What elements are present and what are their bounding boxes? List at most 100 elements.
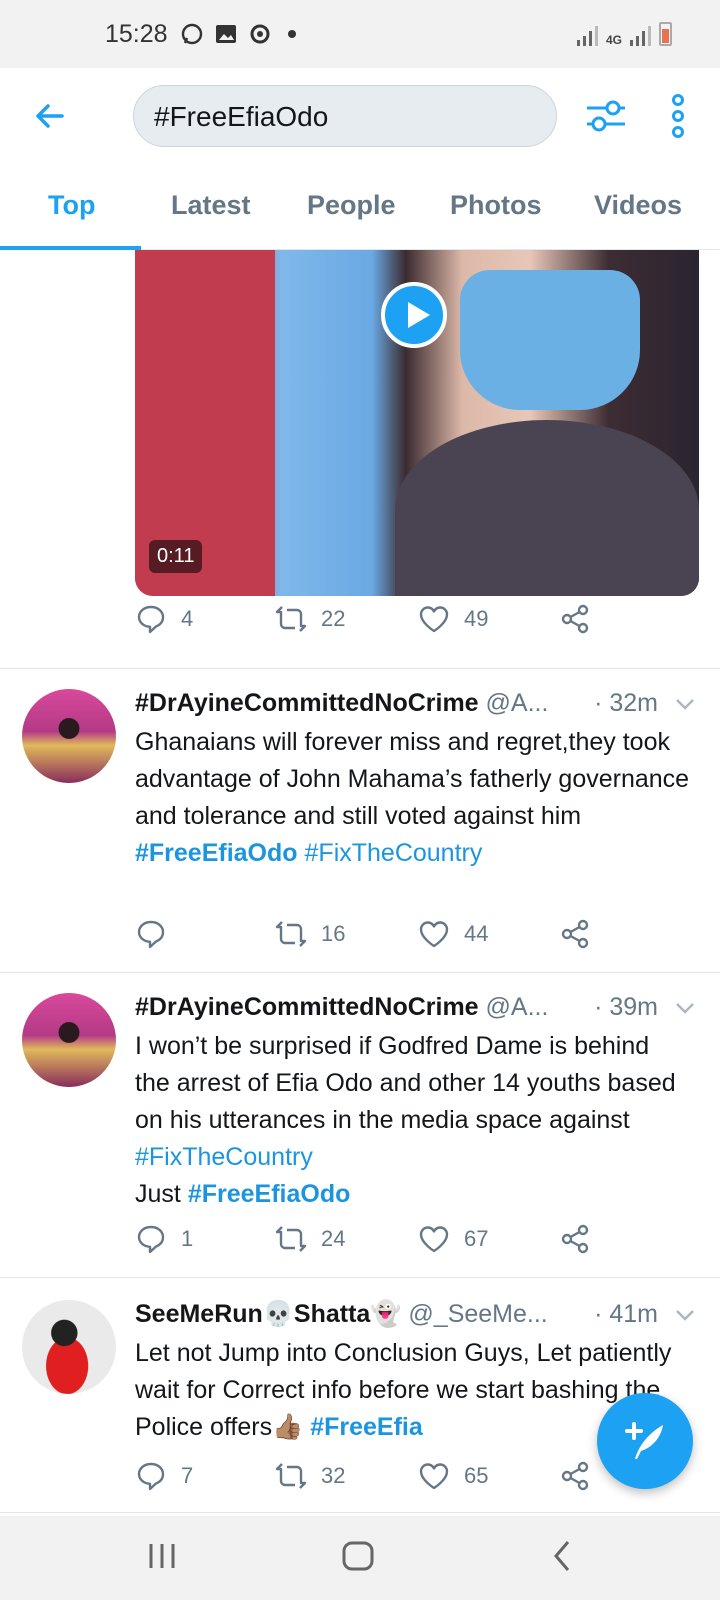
home-icon[interactable] (340, 1538, 376, 1574)
avatar[interactable] (22, 1300, 116, 1394)
share-icon (561, 604, 589, 634)
reply-icon (137, 920, 165, 949)
hashtag-link[interactable]: #FixTheCountry (305, 839, 483, 867)
video-scene-mask (460, 270, 640, 410)
user-handle[interactable]: @A... (486, 993, 549, 1021)
like-count: 65 (464, 1463, 489, 1488)
back-nav-icon[interactable] (550, 1538, 574, 1574)
retweet-button[interactable]: 16 (275, 918, 345, 950)
whatsapp-icon (181, 23, 202, 45)
tweet-body: I won’t be surprised if Godfred Dame is … (135, 1032, 676, 1134)
tweet-actions: 7 32 65 (135, 1460, 615, 1500)
tweet-time: · 41m (588, 1300, 658, 1329)
user-handle[interactable]: @_SeeMe... (408, 1300, 547, 1328)
divider (0, 1512, 720, 1513)
tab-top[interactable]: Top (48, 190, 95, 221)
search-input[interactable]: #FreeEfiaOdo (133, 85, 557, 147)
share-button[interactable] (559, 1223, 591, 1255)
retweet-button[interactable]: 24 (275, 1223, 345, 1255)
chevron-down-icon[interactable] (674, 693, 696, 715)
retweet-icon (275, 606, 307, 632)
avatar[interactable] (22, 993, 116, 1087)
reply-count: 4 (181, 606, 194, 631)
like-button[interactable]: 49 (418, 603, 488, 635)
like-button[interactable]: 44 (418, 918, 488, 950)
display-name[interactable]: #DrAyineCommittedNoCrime (135, 993, 479, 1021)
retweet-count: 32 (321, 1463, 346, 1488)
video-thumbnail[interactable]: 0:11 (135, 250, 699, 596)
hashtag-link[interactable]: #FixTheCountry (135, 1143, 313, 1171)
hashtag-link[interactable]: #FreeEfiaOdo (135, 839, 298, 867)
display-name[interactable]: SeeMeRun💀Shatta👻 (135, 1300, 401, 1328)
like-button[interactable]: 65 (418, 1460, 488, 1492)
divider (0, 668, 720, 669)
tweet-body-continued: Just (135, 1180, 181, 1208)
dot-icon (287, 30, 296, 38)
wifi-signal-icon (576, 24, 598, 46)
feather-plus-icon (625, 1422, 663, 1459)
reply-count: 1 (181, 1226, 194, 1251)
divider (0, 972, 720, 973)
chevron-down-icon[interactable] (674, 1304, 696, 1326)
chevron-down-icon[interactable] (674, 997, 696, 1019)
tweet-actions: 16 44 (135, 918, 615, 958)
reply-count: 7 (181, 1463, 194, 1488)
tweet-actions: 4 22 49 (135, 603, 615, 643)
share-icon (561, 919, 589, 949)
tweet-text: Ghanaians will forever miss and regret,t… (135, 724, 690, 872)
play-button-icon[interactable] (381, 282, 447, 348)
tab-videos[interactable]: Videos (594, 190, 682, 221)
search-tabs: Top Latest People Photos Videos (0, 176, 720, 250)
share-button[interactable] (559, 918, 591, 950)
like-button[interactable]: 67 (418, 1223, 488, 1255)
avatar[interactable] (22, 689, 116, 783)
hashtag-link[interactable]: #FreeEfia (310, 1413, 423, 1441)
compose-tweet-button[interactable] (597, 1393, 693, 1489)
share-button[interactable] (559, 603, 591, 635)
retweet-button[interactable]: 32 (275, 1460, 345, 1492)
retweet-count: 22 (321, 606, 346, 631)
reply-button[interactable]: 7 (135, 1460, 193, 1492)
divider (0, 1277, 720, 1278)
system-navigation-bar (0, 1516, 720, 1600)
like-count: 67 (464, 1226, 489, 1251)
like-count: 44 (464, 921, 489, 946)
search-header: #FreeEfiaOdo (0, 68, 720, 176)
retweet-button[interactable]: 22 (275, 603, 345, 635)
share-button[interactable] (559, 1460, 591, 1492)
heart-icon (419, 606, 449, 633)
user-handle[interactable]: @A... (486, 689, 549, 717)
cell-signal-icon (630, 24, 651, 46)
active-tab-indicator (0, 246, 141, 250)
tab-photos[interactable]: Photos (450, 190, 542, 221)
video-duration: 0:11 (149, 540, 203, 573)
network-type: 4G (605, 33, 622, 47)
tweet-actions: 1 24 67 (135, 1223, 615, 1263)
retweet-icon (275, 1226, 307, 1252)
filter-sliders-icon[interactable] (585, 96, 627, 136)
like-count: 49 (464, 606, 489, 631)
battery-icon (659, 22, 672, 46)
heart-icon (419, 921, 449, 948)
retweet-icon (275, 921, 307, 947)
tweet-body: Ghanaians will forever miss and regret,t… (135, 728, 690, 830)
heart-icon (419, 1463, 449, 1490)
status-bar: 15:28 4G (0, 0, 720, 68)
reply-icon (137, 1462, 165, 1491)
reply-icon (137, 605, 165, 634)
reply-button[interactable]: 1 (135, 1223, 193, 1255)
tab-latest[interactable]: Latest (171, 190, 251, 221)
display-name[interactable]: #DrAyineCommittedNoCrime (135, 689, 479, 717)
reply-button[interactable] (135, 918, 181, 950)
reply-button[interactable]: 4 (135, 603, 193, 635)
more-options-icon[interactable] (668, 94, 688, 138)
retweet-icon (275, 1463, 307, 1489)
recent-apps-icon[interactable] (147, 1538, 177, 1574)
back-arrow-icon[interactable] (30, 96, 70, 136)
gallery-icon (215, 25, 236, 43)
share-icon (561, 1461, 589, 1491)
hashtag-link[interactable]: #FreeEfiaOdo (188, 1180, 351, 1208)
retweet-count: 16 (321, 921, 346, 946)
tab-people[interactable]: People (307, 190, 396, 221)
tweet-text: I won’t be surprised if Godfred Dame is … (135, 1028, 690, 1213)
